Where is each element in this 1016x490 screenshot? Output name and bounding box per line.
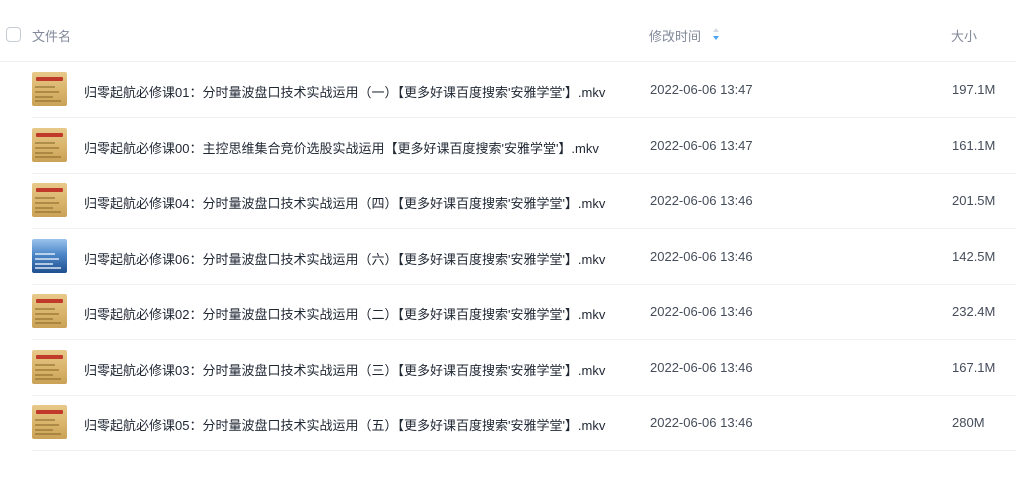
sort-icon[interactable]: [712, 27, 720, 41]
file-name[interactable]: 归零起航必修课01：分时量波盘口技术实战运用（一）【更多好课百度搜索'安雅学堂'…: [84, 82, 605, 101]
video-thumbnail[interactable]: [32, 349, 67, 384]
file-modified-time: 2022-06-06 13:47: [650, 137, 753, 153]
video-thumbnail[interactable]: [32, 294, 67, 328]
file-size: 197.1M: [952, 82, 996, 97]
file-name[interactable]: 归零起航必修课05：分时量波盘口技术实战运用（五）【更多好课百度搜索'安雅学堂'…: [84, 415, 605, 434]
file-name[interactable]: 归零起航必修课03：分时量波盘口技术实战运用（三）【更多好课百度搜索'安雅学堂'…: [84, 360, 605, 379]
file-list-header: 文件名 修改时间 大小: [0, 0, 1016, 62]
file-size: 232.4M: [952, 304, 996, 319]
select-all-checkbox[interactable]: [6, 27, 21, 42]
file-row[interactable]: 归零起航必修课03：分时量波盘口技术实战运用（三）【更多好课百度搜索'安雅学堂'…: [32, 341, 1016, 396]
column-header-name[interactable]: 文件名: [32, 26, 71, 45]
file-modified-time: 2022-06-06 13:46: [650, 359, 753, 375]
file-modified-time: 2022-06-06 13:46: [650, 304, 753, 319]
column-header-size[interactable]: 大小: [951, 26, 977, 45]
file-row[interactable]: 归零起航必修课06：分时量波盘口技术实战运用（六）【更多好课百度搜索'安雅学堂'…: [32, 230, 1016, 285]
file-size: 201.5M: [952, 193, 996, 208]
video-thumbnail[interactable]: [32, 183, 67, 217]
file-name[interactable]: 归零起航必修课06：分时量波盘口技术实战运用（六）【更多好课百度搜索'安雅学堂'…: [84, 249, 605, 268]
video-thumbnail[interactable]: [32, 127, 67, 162]
file-size: 142.5M: [952, 248, 996, 264]
file-name[interactable]: 归零起航必修课02：分时量波盘口技术实战运用（二）【更多好课百度搜索'安雅学堂'…: [84, 304, 605, 323]
video-thumbnail[interactable]: [32, 238, 67, 273]
file-row[interactable]: 归零起航必修课01：分时量波盘口技术实战运用（一）【更多好课百度搜索'安雅学堂'…: [32, 63, 1016, 118]
video-thumbnail[interactable]: [32, 72, 67, 106]
file-modified-time: 2022-06-06 13:47: [650, 82, 753, 97]
video-thumbnail[interactable]: [32, 405, 67, 439]
file-modified-time: 2022-06-06 13:46: [650, 415, 753, 430]
file-modified-time: 2022-06-06 13:46: [650, 248, 753, 264]
file-name[interactable]: 归零起航必修课00：主控思维集合竞价选股实战运用【更多好课百度搜索'安雅学堂'】…: [84, 138, 599, 157]
file-size: 167.1M: [952, 359, 996, 375]
file-row[interactable]: 归零起航必修课05：分时量波盘口技术实战运用（五）【更多好课百度搜索'安雅学堂'…: [32, 396, 1016, 451]
column-header-modified[interactable]: 修改时间: [649, 26, 701, 45]
file-row[interactable]: 归零起航必修课04：分时量波盘口技术实战运用（四）【更多好课百度搜索'安雅学堂'…: [32, 174, 1016, 229]
file-name[interactable]: 归零起航必修课04：分时量波盘口技术实战运用（四）【更多好课百度搜索'安雅学堂'…: [84, 193, 605, 212]
file-modified-time: 2022-06-06 13:46: [650, 193, 753, 208]
file-row[interactable]: 归零起航必修课00：主控思维集合竞价选股实战运用【更多好课百度搜索'安雅学堂'】…: [32, 119, 1016, 174]
file-row[interactable]: 归零起航必修课02：分时量波盘口技术实战运用（二）【更多好课百度搜索'安雅学堂'…: [32, 285, 1016, 340]
file-size: 280M: [952, 415, 985, 430]
file-size: 161.1M: [952, 137, 996, 153]
